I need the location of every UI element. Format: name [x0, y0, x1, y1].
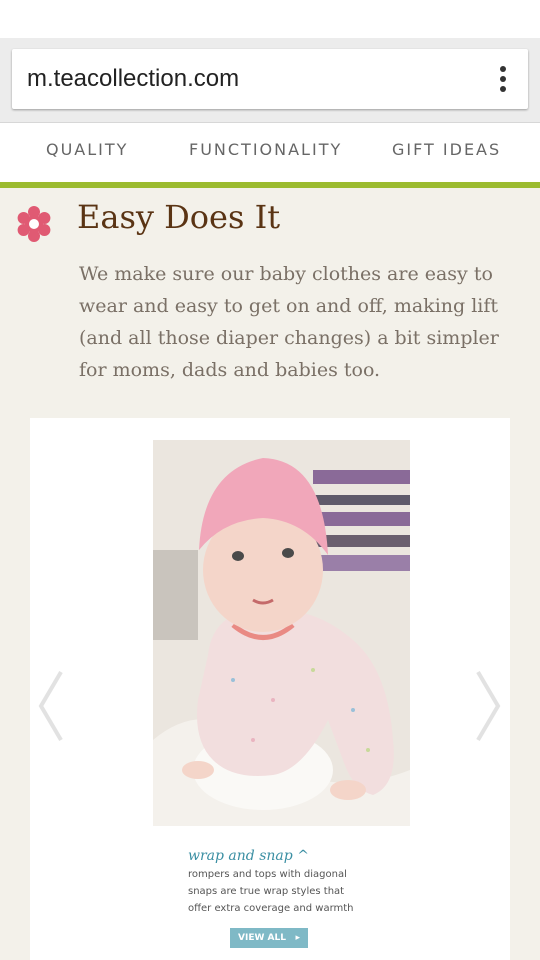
promo-description: rompers and tops with diagonal snaps are… — [188, 869, 354, 914]
view-all-label: VIEW ALL — [238, 933, 286, 943]
browser-toolbar: m.teacollection.com — [0, 38, 540, 122]
url-text[interactable]: m.teacollection.com — [27, 65, 239, 93]
nav-item-quality[interactable]: QUALITY — [46, 140, 128, 159]
status-bar — [0, 0, 540, 38]
address-bar[interactable]: m.teacollection.com — [12, 49, 528, 109]
product-carousel: wrap and snap ^ rompers and tops with di… — [30, 418, 510, 960]
nav-item-functionality[interactable]: FUNCTIONALITY — [189, 140, 342, 159]
chevron-left-icon[interactable] — [35, 670, 65, 742]
chevron-right-icon[interactable] — [474, 670, 504, 742]
baby-photo[interactable] — [153, 440, 410, 826]
section-description: We make sure our baby clothes are easy t… — [79, 263, 499, 381]
caret-up-icon: ^ — [297, 848, 309, 864]
section-title: Easy Does It — [77, 198, 281, 236]
promo-title: wrap and snap ^ — [188, 848, 309, 864]
view-all-button[interactable]: VIEW ALL ▸ — [230, 928, 308, 948]
chevron-right-small-icon: ▸ — [295, 933, 300, 943]
main-content: Easy Does It We make sure our baby cloth… — [0, 188, 540, 960]
flower-icon — [17, 206, 51, 242]
category-nav: QUALITY FUNCTIONALITY GIFT IDEAS — [0, 122, 540, 182]
nav-item-gift-ideas[interactable]: GIFT IDEAS — [392, 140, 501, 159]
overflow-menu-icon[interactable] — [500, 66, 506, 94]
